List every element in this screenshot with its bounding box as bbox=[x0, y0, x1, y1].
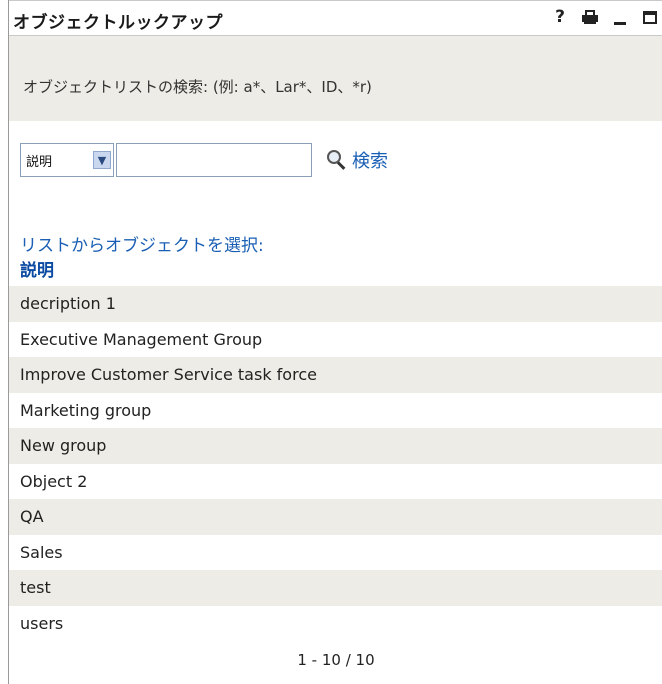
column-header-description[interactable]: 説明 bbox=[20, 256, 54, 281]
object-lookup-window: オブジェクトルックアップ ? オブジェクトリストの検索: (例: a*、Lar*… bbox=[8, 0, 662, 684]
list-item[interactable]: Sales bbox=[9, 535, 662, 571]
list-item[interactable]: test bbox=[9, 570, 662, 606]
minimize-icon[interactable] bbox=[611, 7, 629, 27]
chevron-down-icon[interactable]: ▼ bbox=[93, 151, 111, 169]
list-item[interactable]: New group bbox=[9, 428, 662, 464]
list-item[interactable]: Object 2 bbox=[9, 464, 662, 500]
help-icon[interactable]: ? bbox=[551, 7, 569, 27]
list-item[interactable]: users bbox=[9, 606, 662, 642]
search-field-select[interactable]: 説明 ▼ bbox=[20, 143, 114, 177]
search-button-label: 検索 bbox=[352, 151, 388, 172]
search-field-select-value: 説明 bbox=[26, 154, 53, 170]
search-input[interactable] bbox=[116, 143, 312, 177]
object-list: decription 1 Executive Management Group … bbox=[9, 286, 662, 641]
info-band: オブジェクトリストの検索: (例: a*、Lar*、ID、*r) bbox=[9, 36, 662, 121]
list-item[interactable]: Executive Management Group bbox=[9, 322, 662, 358]
list-item[interactable]: Improve Customer Service task force bbox=[9, 357, 662, 393]
help-glyph: ? bbox=[555, 7, 565, 27]
search-row: 説明 ▼ 検索 bbox=[20, 143, 388, 177]
list-item[interactable]: decription 1 bbox=[9, 286, 662, 322]
list-heading: リストからオブジェクトを選択: bbox=[20, 236, 264, 256]
window-controls: ? bbox=[551, 7, 659, 27]
list-item[interactable]: Marketing group bbox=[9, 393, 662, 429]
magnifier-icon bbox=[326, 149, 348, 171]
print-icon[interactable] bbox=[581, 7, 599, 27]
title-bar: オブジェクトルックアップ ? bbox=[9, 0, 662, 36]
search-button[interactable]: 検索 bbox=[326, 147, 388, 173]
search-instructions: オブジェクトリストの検索: (例: a*、Lar*、ID、*r) bbox=[23, 78, 372, 96]
list-item[interactable]: QA bbox=[9, 499, 662, 535]
window-title: オブジェクトルックアップ bbox=[13, 13, 223, 33]
maximize-icon[interactable] bbox=[641, 7, 659, 27]
pagination-info: 1 - 10 / 10 bbox=[297, 651, 375, 669]
